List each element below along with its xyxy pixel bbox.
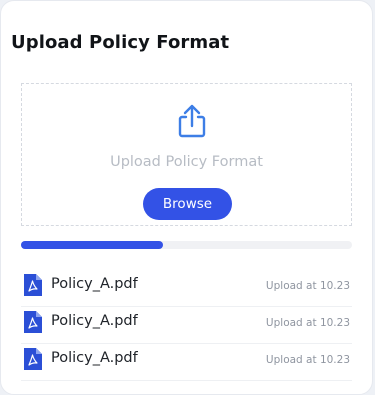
upload-panel: Upload Policy Format Upload Policy Forma…	[0, 0, 373, 395]
browse-button[interactable]: Browse	[143, 188, 232, 220]
pdf-file-icon	[24, 311, 42, 333]
file-row[interactable]: Policy_A.pdf Upload at 10.23	[21, 344, 352, 381]
upload-dropzone[interactable]: Upload Policy Format Browse	[21, 83, 352, 226]
file-upload-time: Upload at 10.23	[265, 280, 350, 292]
panel-title: Upload Policy Format	[11, 32, 230, 53]
file-name: Policy_A.pdf	[51, 350, 138, 366]
file-name: Policy_A.pdf	[51, 276, 138, 292]
share-upload-icon	[178, 104, 206, 138]
file-row[interactable]: Policy_A.pdf Upload at 10.23	[21, 307, 352, 344]
dropzone-label: Upload Policy Format	[110, 154, 263, 170]
file-name: Policy_A.pdf	[51, 313, 138, 329]
upload-progress-fill	[21, 241, 164, 249]
file-upload-time: Upload at 10.23	[265, 317, 350, 329]
pdf-file-icon	[24, 274, 42, 296]
pdf-file-icon	[24, 348, 42, 370]
file-upload-time: Upload at 10.23	[265, 354, 350, 366]
file-row[interactable]: Policy_A.pdf Upload at 10.23	[21, 270, 352, 307]
upload-progress-bar	[21, 241, 352, 249]
